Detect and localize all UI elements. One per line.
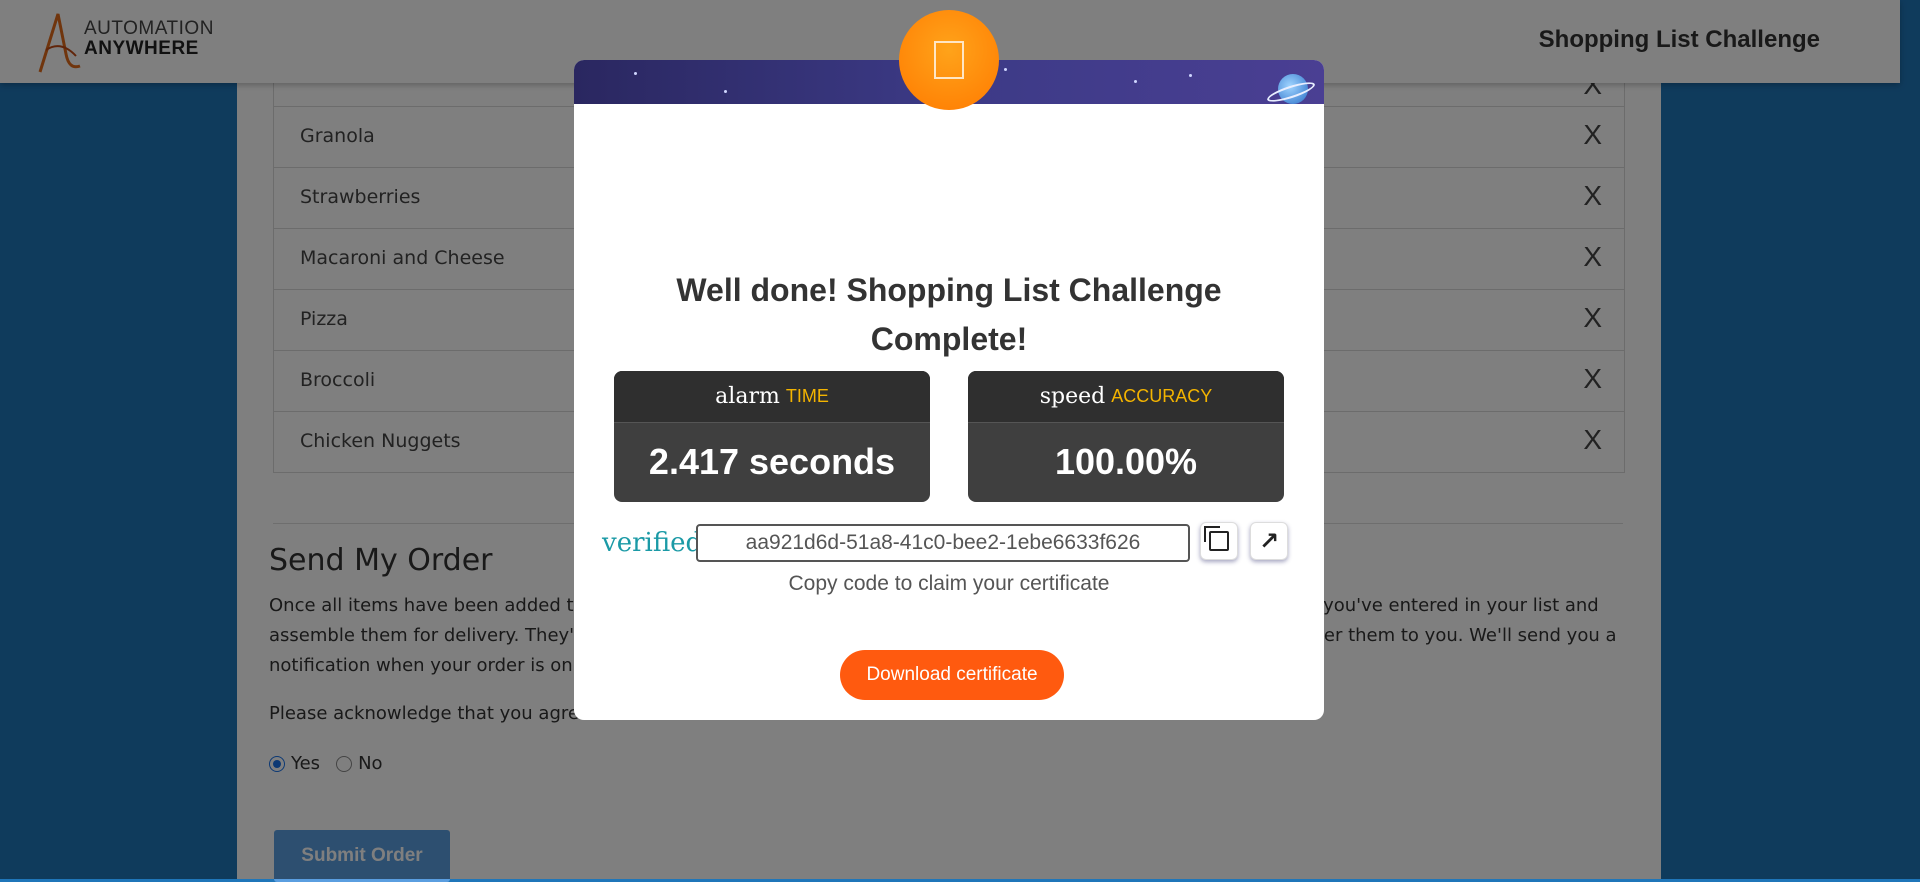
- download-certificate-button[interactable]: Download certificate: [840, 650, 1064, 700]
- accuracy-stat-caption: speed ACCURACY: [968, 371, 1284, 423]
- time-stat-card: alarm TIME 2.417 seconds: [614, 371, 930, 502]
- copy-hint-text: Copy code to claim your certificate: [788, 572, 1110, 595]
- external-link-icon: ↗: [1258, 527, 1280, 555]
- accuracy-stat-label: ACCURACY: [1111, 386, 1213, 406]
- copy-code-button[interactable]: [1200, 522, 1238, 560]
- trophy-icon: [934, 41, 964, 79]
- star-decoration: [724, 90, 727, 93]
- star-decoration: [1004, 68, 1007, 71]
- copy-icon: [1204, 526, 1229, 551]
- alarm-icon: alarm: [715, 384, 780, 409]
- time-stat-caption: alarm TIME: [614, 371, 930, 423]
- time-stat-label: TIME: [785, 386, 829, 406]
- verified-icon: verified: [602, 528, 703, 558]
- modal-title: Well done! Shopping List Challenge Compl…: [676, 272, 1222, 357]
- certificate-code-field[interactable]: aa921d6d-51a8-41c0-bee2-1ebe6633f626: [696, 524, 1190, 562]
- star-decoration: [1134, 80, 1137, 83]
- verification-row: verified aa921d6d-51a8-41c0-bee2-1ebe663…: [602, 522, 1302, 568]
- trophy-badge: [899, 10, 999, 110]
- open-link-button[interactable]: ↗: [1250, 522, 1288, 560]
- accuracy-stat-card: speed ACCURACY 100.00%: [968, 371, 1284, 502]
- accuracy-stat-value: 100.00%: [1054, 441, 1198, 482]
- time-stat-value: 2.417 seconds: [648, 441, 896, 482]
- speed-icon: speed: [1039, 384, 1106, 409]
- star-decoration: [634, 72, 637, 75]
- star-decoration: [1189, 74, 1192, 77]
- completion-modal: Well done! Shopping List Challenge Compl…: [574, 10, 1324, 720]
